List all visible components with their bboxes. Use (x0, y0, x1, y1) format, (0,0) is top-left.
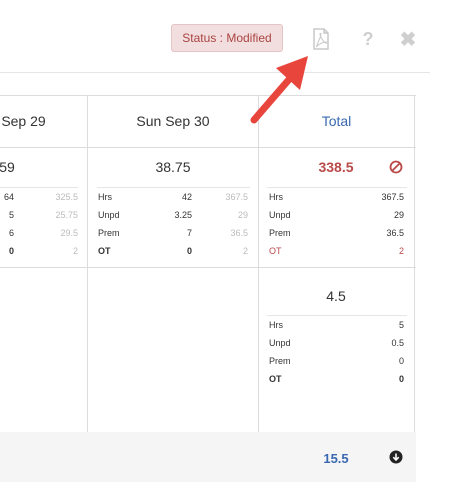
total-row-prem: Prem 36.5 (269, 228, 404, 238)
col-header-sun[interactable]: Sun Sep 30 (88, 95, 258, 147)
section2-row-prem: Prem 0 (269, 356, 404, 366)
total-row-ot: OT 2 (269, 246, 404, 256)
timesheet-grid: Sep 29 Sun Sep 30 Total 59 64 325.5 5 25… (0, 95, 416, 482)
section2-row-ot: OT 0 (269, 374, 404, 384)
annotation-arrow (250, 56, 308, 124)
sun-row-unpd: Unpd 3.25 29 (98, 210, 248, 220)
total-row-hrs: Hrs 367.5 (269, 192, 404, 202)
sat-row-prem: 6 29.5 (8, 228, 78, 238)
toolbar: Status : Modified ? ✖ (0, 0, 456, 75)
sun-row-hrs: Hrs 42 367.5 (98, 192, 248, 202)
header-divider (0, 147, 416, 148)
close-button[interactable]: ✖ (397, 28, 419, 51)
sun-day-total[interactable]: 38.75 (88, 157, 258, 177)
sat-row-unpd: 5 25.75 (8, 210, 78, 220)
section2-total-value[interactable]: 4.5 (300, 286, 372, 306)
section2-row-hrs: Hrs 5 (269, 320, 404, 330)
sun-row-ot: OT 0 2 (98, 246, 248, 256)
ban-icon[interactable] (389, 160, 403, 174)
help-icon: ? (362, 28, 374, 49)
row-divider (0, 267, 416, 268)
section2-row-unpd: Unpd 0.5 (269, 338, 404, 348)
total-row-unpd: Unpd 29 (269, 210, 404, 220)
close-icon: ✖ (399, 28, 417, 51)
toolbar-divider (0, 72, 430, 73)
col-divider-2 (258, 95, 259, 482)
sat-row-ot: 0 2 (8, 246, 78, 256)
grand-total-value[interactable]: 338.5 (300, 157, 372, 177)
circle-arrow-down-icon[interactable] (389, 450, 403, 464)
sat-row-hrs: 64 325.5 (3, 192, 78, 202)
grid-right-border (414, 95, 415, 482)
help-button[interactable]: ? (357, 28, 379, 50)
sat-day-total[interactable]: 59 (0, 157, 22, 177)
footer-total-value[interactable]: 15.5 (312, 451, 360, 466)
col-header-sat[interactable]: Sep 29 (0, 95, 67, 147)
col-divider-1 (87, 95, 88, 482)
sun-row-prem: Prem 7 36.5 (98, 228, 248, 238)
